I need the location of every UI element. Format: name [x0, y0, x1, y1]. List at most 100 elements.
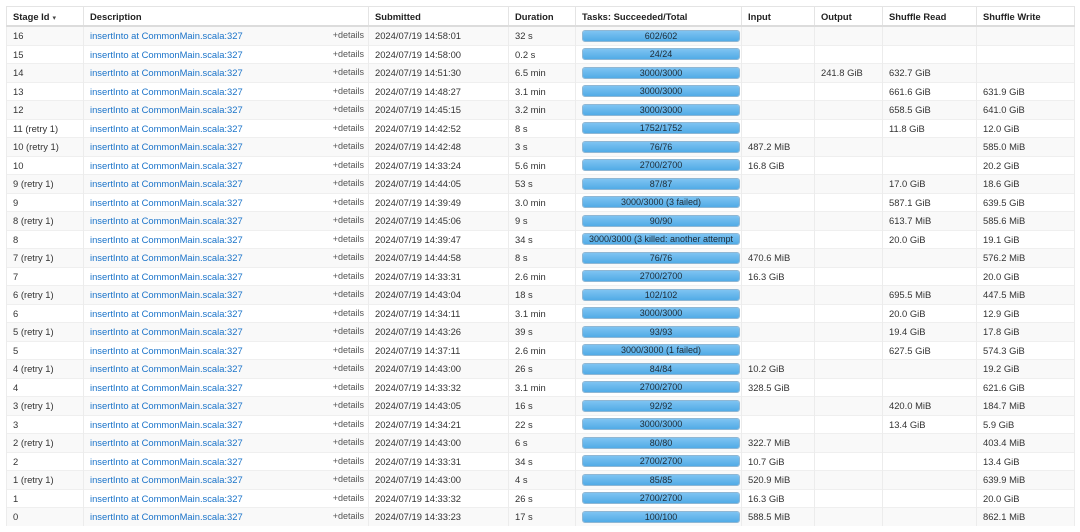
stage-id-cell: 0 — [6, 507, 84, 526]
tasks-progress-bar: 3000/3000 — [582, 418, 740, 431]
column-header-duration[interactable]: Duration — [508, 6, 576, 27]
column-header-tasks[interactable]: Tasks: Succeeded/Total — [575, 6, 742, 27]
submitted-cell: 2024/07/19 14:45:06 — [368, 211, 509, 230]
shuffle-read-cell: 19.4 GiB — [882, 322, 977, 341]
tasks-progress-bar: 602/602 — [582, 29, 740, 42]
stage-description-link[interactable]: insertInto at CommonMain.scala:327 — [90, 363, 243, 374]
stage-description-link[interactable]: insertInto at CommonMain.scala:327 — [90, 141, 243, 152]
submitted-cell: 2024/07/19 14:33:32 — [368, 488, 509, 508]
stage-id-cell: 4 (retry 1) — [6, 359, 84, 378]
stage-description-link[interactable]: insertInto at CommonMain.scala:327 — [90, 345, 243, 356]
shuffle-write-cell: 18.6 GiB — [976, 174, 1075, 193]
details-toggle[interactable]: +details — [333, 46, 364, 63]
stage-description-link[interactable]: insertInto at CommonMain.scala:327 — [90, 178, 243, 189]
column-header-input[interactable]: Input — [741, 6, 815, 27]
details-toggle[interactable]: +details — [333, 138, 364, 155]
stage-description-link[interactable]: insertInto at CommonMain.scala:327 — [90, 30, 243, 41]
column-header-shuffle-read[interactable]: Shuffle Read — [882, 6, 977, 27]
details-toggle[interactable]: +details — [333, 397, 364, 414]
details-toggle[interactable]: +details — [333, 83, 364, 100]
details-toggle[interactable]: +details — [333, 194, 364, 211]
column-header-description[interactable]: Description — [83, 6, 369, 27]
table-header-row: Stage Id ▾ Description Submitted Duration… — [6, 6, 1075, 27]
details-toggle[interactable]: +details — [333, 175, 364, 192]
details-toggle[interactable]: +details — [333, 249, 364, 266]
submitted-cell: 2024/07/19 14:42:52 — [368, 118, 509, 138]
duration-cell: 9 s — [508, 211, 576, 230]
column-header-submitted[interactable]: Submitted — [368, 6, 509, 27]
submitted-cell: 2024/07/19 14:34:21 — [368, 414, 509, 434]
details-toggle[interactable]: +details — [333, 509, 364, 526]
stage-description-link[interactable]: insertInto at CommonMain.scala:327 — [90, 86, 243, 97]
column-header-label: Input — [748, 10, 771, 22]
details-toggle[interactable]: +details — [333, 212, 364, 229]
column-header-label: Shuffle Read — [889, 10, 947, 22]
stage-description-link[interactable]: insertInto at CommonMain.scala:327 — [90, 326, 243, 337]
stage-description-link[interactable]: insertInto at CommonMain.scala:327 — [90, 456, 243, 467]
column-header-stage-id[interactable]: Stage Id ▾ — [6, 6, 84, 27]
details-toggle[interactable]: +details — [333, 64, 364, 81]
tasks-cell: 2700/2700 — [575, 155, 742, 175]
shuffle-write-cell: 184.7 MiB — [976, 396, 1075, 415]
details-toggle[interactable]: +details — [333, 157, 364, 174]
stage-description-link[interactable]: insertInto at CommonMain.scala:327 — [90, 234, 243, 245]
tasks-progress-label: 2700/2700 — [639, 382, 683, 393]
stage-description-link[interactable]: insertInto at CommonMain.scala:327 — [90, 400, 243, 411]
duration-cell: 34 s — [508, 451, 576, 471]
stage-description-link[interactable]: insertInto at CommonMain.scala:327 — [90, 437, 243, 448]
output-cell — [814, 192, 883, 212]
details-toggle[interactable]: +details — [333, 471, 364, 488]
description-cell: insertInto at CommonMain.scala:327 +detai… — [83, 44, 369, 64]
details-toggle[interactable]: +details — [333, 434, 364, 451]
stage-id-cell: 1 — [6, 488, 84, 508]
stage-description-link[interactable]: insertInto at CommonMain.scala:327 — [90, 511, 243, 522]
tasks-progress-label: 3000/3000 — [639, 419, 683, 430]
stage-description-link[interactable]: insertInto at CommonMain.scala:327 — [90, 419, 243, 430]
shuffle-read-cell: 17.0 GiB — [882, 174, 977, 193]
duration-cell: 2.6 min — [508, 266, 576, 286]
stage-id-cell: 7 (retry 1) — [6, 248, 84, 267]
tasks-progress-bar: 76/76 — [582, 251, 740, 264]
shuffle-read-cell — [882, 488, 977, 508]
stage-description-link[interactable]: insertInto at CommonMain.scala:327 — [90, 382, 243, 393]
input-cell — [741, 192, 815, 212]
details-toggle[interactable]: +details — [333, 101, 364, 118]
submitted-cell: 2024/07/19 14:58:00 — [368, 44, 509, 64]
stage-description-link[interactable]: insertInto at CommonMain.scala:327 — [90, 308, 243, 319]
stage-description-link[interactable]: insertInto at CommonMain.scala:327 — [90, 474, 243, 485]
details-toggle[interactable]: +details — [333, 416, 364, 433]
details-toggle[interactable]: +details — [333, 286, 364, 303]
stage-description-link[interactable]: insertInto at CommonMain.scala:327 — [90, 289, 243, 300]
column-header-shuffle-write[interactable]: Shuffle Write — [976, 6, 1075, 27]
details-toggle[interactable]: +details — [333, 379, 364, 396]
details-toggle[interactable]: +details — [333, 342, 364, 359]
details-toggle[interactable]: +details — [333, 305, 364, 322]
details-toggle[interactable]: +details — [333, 231, 364, 248]
shuffle-write-cell: 576.2 MiB — [976, 248, 1075, 267]
output-cell — [814, 377, 883, 397]
stage-description-link[interactable]: insertInto at CommonMain.scala:327 — [90, 49, 243, 60]
shuffle-read-cell — [882, 137, 977, 156]
details-toggle[interactable]: +details — [333, 323, 364, 340]
submitted-cell: 2024/07/19 14:39:47 — [368, 229, 509, 249]
details-toggle[interactable]: +details — [333, 360, 364, 377]
details-toggle[interactable]: +details — [333, 453, 364, 470]
stage-description-link[interactable]: insertInto at CommonMain.scala:327 — [90, 197, 243, 208]
details-toggle[interactable]: +details — [333, 490, 364, 507]
stage-description-link[interactable]: insertInto at CommonMain.scala:327 — [90, 123, 243, 134]
table-row: 12 insertInto at CommonMain.scala:327 +det… — [6, 100, 1075, 119]
stage-id-cell: 3 (retry 1) — [6, 396, 84, 415]
duration-cell: 6 s — [508, 433, 576, 452]
stage-description-link[interactable]: insertInto at CommonMain.scala:327 — [90, 493, 243, 504]
details-toggle[interactable]: +details — [333, 120, 364, 137]
stage-description-link[interactable]: insertInto at CommonMain.scala:327 — [90, 67, 243, 78]
shuffle-write-cell: 621.6 GiB — [976, 377, 1075, 397]
stage-description-link[interactable]: insertInto at CommonMain.scala:327 — [90, 271, 243, 282]
stage-description-link[interactable]: insertInto at CommonMain.scala:327 — [90, 160, 243, 171]
details-toggle[interactable]: +details — [333, 27, 364, 44]
column-header-output[interactable]: Output — [814, 6, 883, 27]
stage-description-link[interactable]: insertInto at CommonMain.scala:327 — [90, 252, 243, 263]
stage-description-link[interactable]: insertInto at CommonMain.scala:327 — [90, 215, 243, 226]
details-toggle[interactable]: +details — [333, 268, 364, 285]
stage-description-link[interactable]: insertInto at CommonMain.scala:327 — [90, 104, 243, 115]
